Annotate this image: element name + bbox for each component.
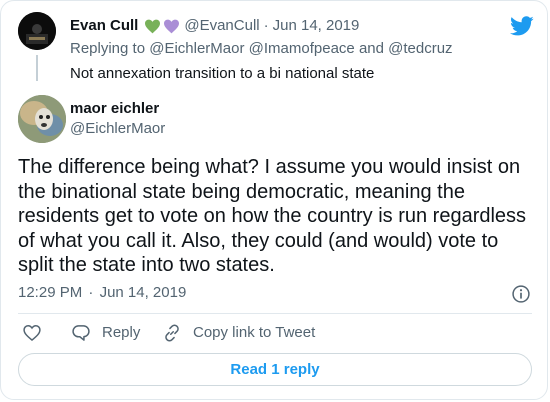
replying-to-joiner: and	[358, 40, 384, 57]
tweet-date: Jun 14, 2019	[99, 284, 187, 301]
thread-connector-line	[36, 55, 38, 81]
tweet-embed-card: Evan Cull @EvanCull · Jun 14, 2019 Reply…	[0, 0, 548, 400]
parent-handle[interactable]: @EvanCull	[184, 17, 259, 35]
mention-link[interactable]: @tedcruz	[388, 40, 452, 57]
tweet-timestamp[interactable]: 12:29 PM · Jun 14, 2019	[18, 284, 186, 302]
link-icon	[165, 324, 179, 342]
heart-icon	[23, 324, 41, 342]
parent-author-name[interactable]: Evan Cull	[70, 17, 138, 35]
purple-heart-icon	[164, 19, 180, 33]
parent-date[interactable]: Jun 14, 2019	[273, 17, 360, 35]
like-button[interactable]	[22, 323, 42, 343]
divider	[18, 313, 532, 314]
twitter-bird-icon[interactable]	[510, 14, 534, 38]
reply-icon	[72, 325, 90, 341]
main-avatar[interactable]	[18, 95, 66, 143]
parent-tweet-text: Not annexation transition to a bi nation…	[70, 65, 375, 82]
parent-avatar[interactable]	[18, 12, 56, 50]
timestamp-separator: ·	[88, 284, 94, 301]
copy-link-button[interactable]: Copy link to Tweet	[162, 323, 315, 343]
main-tweet-text: The difference being what? I assume you …	[18, 156, 527, 277]
main-author-name[interactable]: maor eichler	[70, 100, 159, 118]
main-author-handle[interactable]: @EichlerMaor	[70, 120, 165, 138]
mention-link[interactable]: @EichlerMaor	[149, 40, 244, 57]
replying-to-prefix: Replying to	[70, 40, 146, 57]
reply-label: Reply	[102, 324, 141, 341]
tweet-time: 12:29 PM	[18, 284, 83, 301]
info-icon[interactable]	[511, 284, 531, 304]
replying-to-line: Replying to @EichlerMaor @Imamofpeace an…	[70, 40, 453, 58]
parent-header: Evan Cull @EvanCull · Jun 14, 2019	[70, 17, 359, 35]
header-separator: ·	[263, 17, 269, 34]
read-replies-button[interactable]: Read 1 reply	[18, 353, 532, 386]
reply-button[interactable]: Reply	[71, 323, 140, 343]
mention-link[interactable]: @Imamofpeace	[249, 40, 355, 57]
copy-link-label: Copy link to Tweet	[193, 324, 316, 341]
green-heart-icon	[145, 19, 161, 33]
